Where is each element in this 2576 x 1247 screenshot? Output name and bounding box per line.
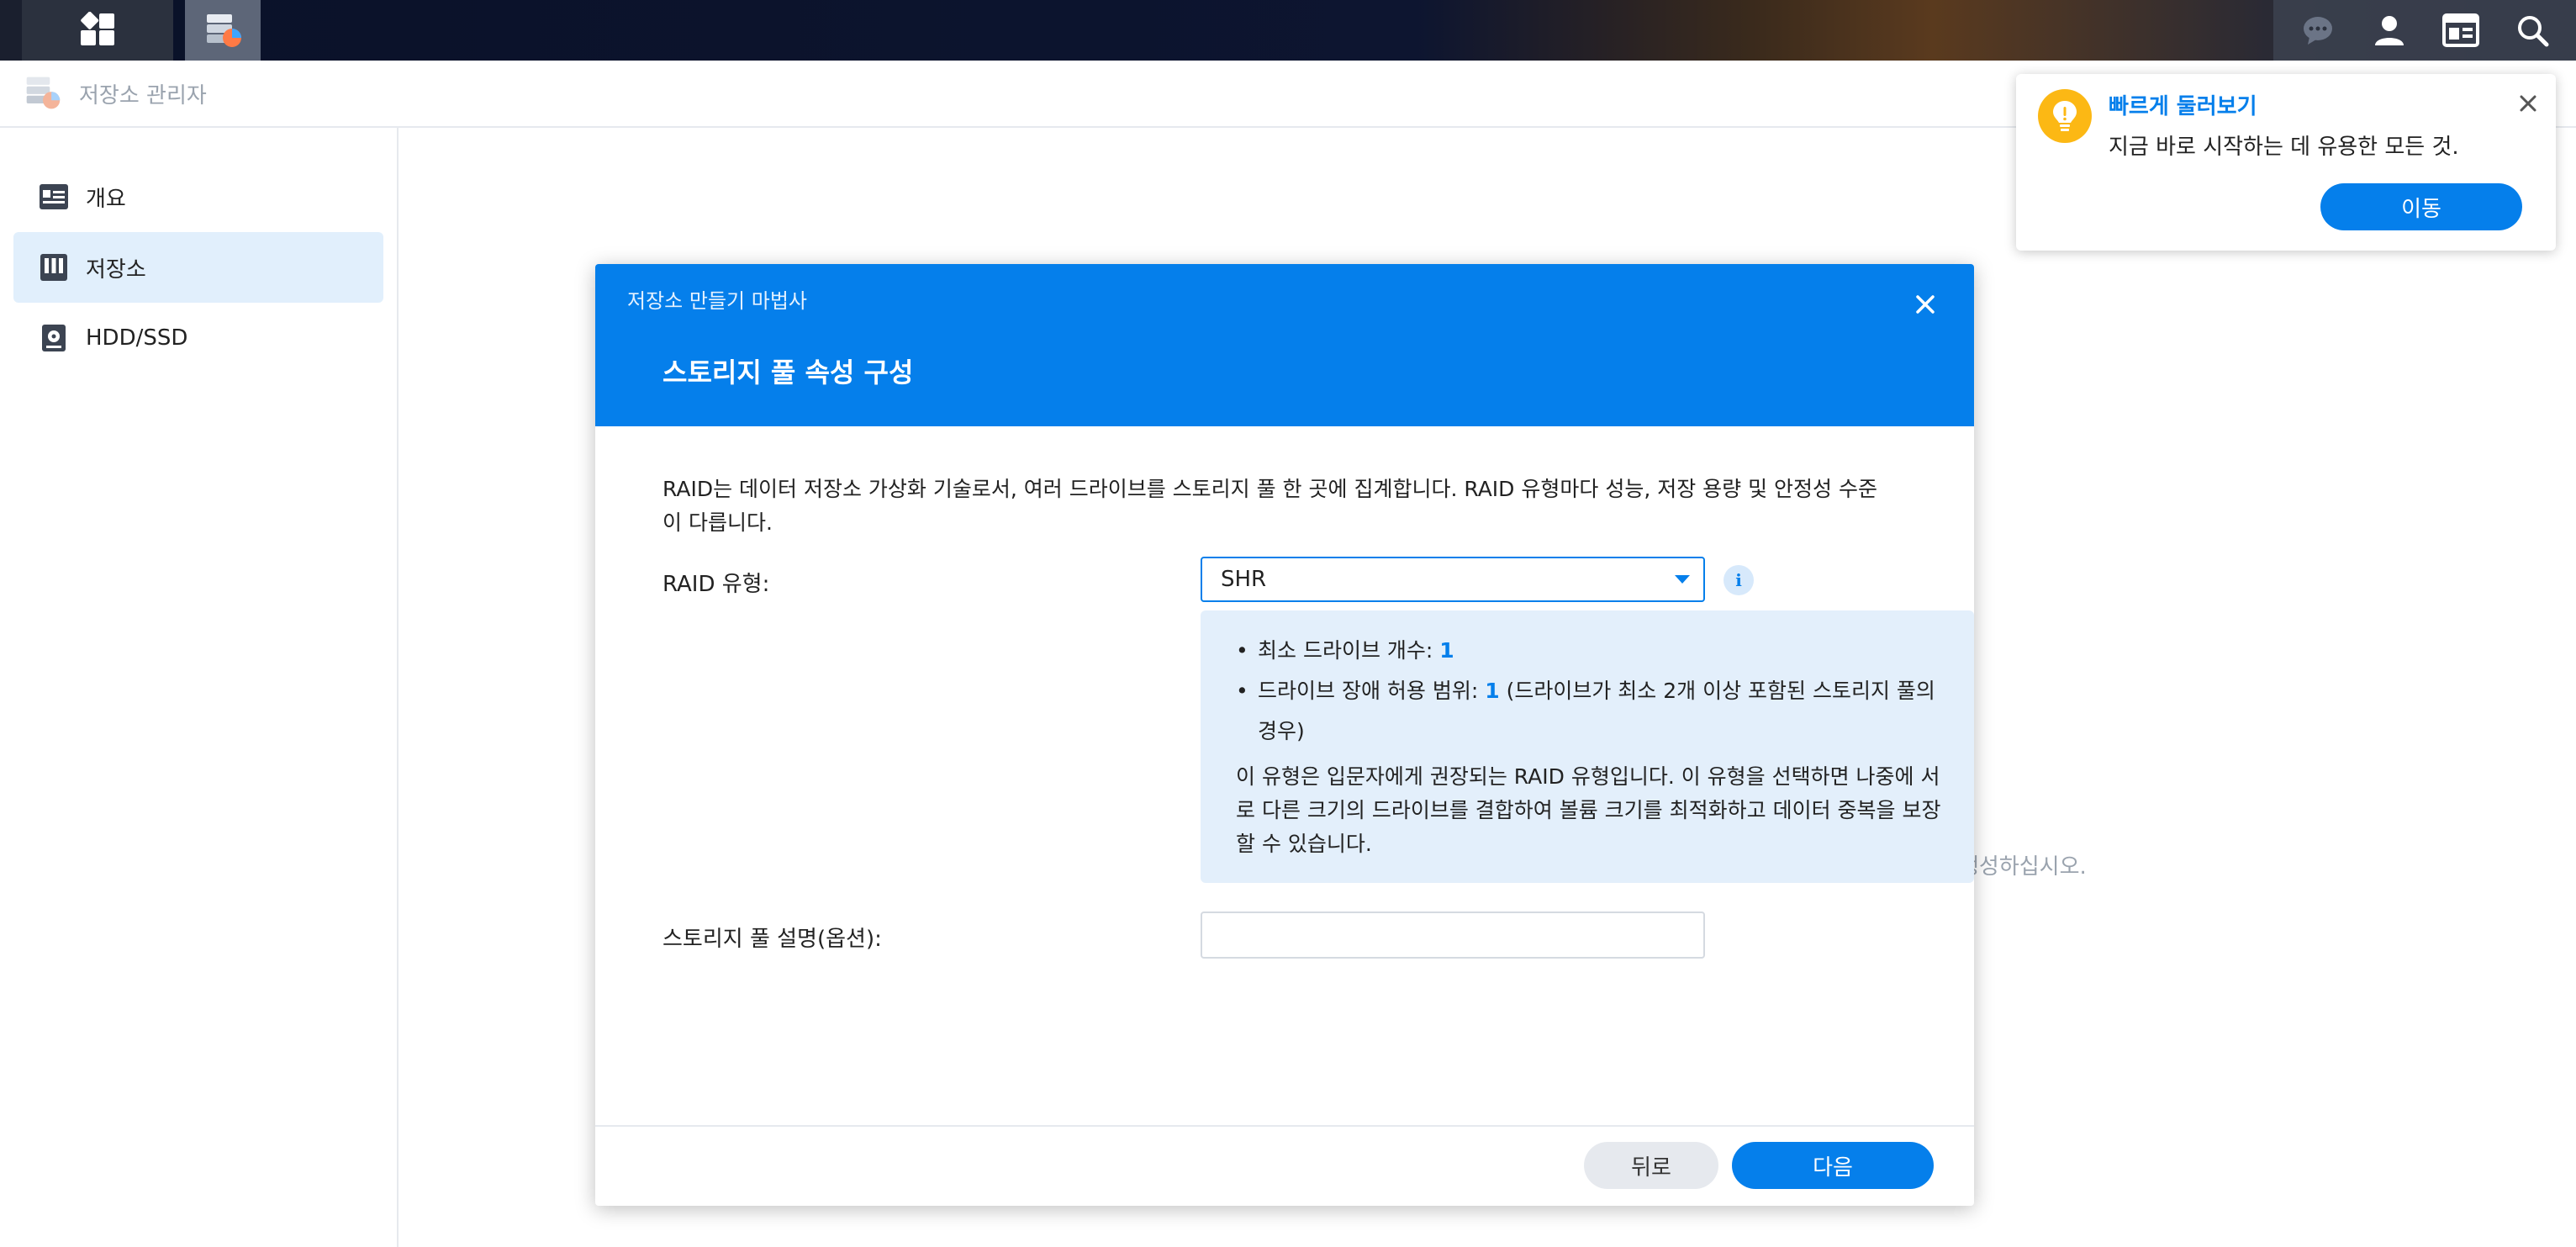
quick-tour-title: 빠르게 둘러보기 [2109,94,2257,119]
taskbar-edge [0,0,22,61]
dialog-header: 저장소 만들기 마법사 스토리지 풀 속성 구성 [595,264,1974,426]
sidebar-item-hdd-ssd[interactable]: HDD/SSD [13,303,383,373]
fault-tolerance-item: 드라이브 장애 허용 범위: 1 (드라이브가 최소 2개 이상 포함된 스토리… [1236,671,1949,752]
search-icon [2517,16,2548,47]
pool-description-input[interactable] [1201,911,1705,959]
raid-intro-text: RAID는 데이터 저장소 가상화 기술로서, 여러 드라이브를 스토리지 풀 … [662,477,1877,535]
dialog-close-button[interactable] [1908,288,1942,321]
chat-button[interactable] [2297,9,2339,51]
sidebar-item-storage[interactable]: 저장소 [13,232,383,303]
sidebar-item-label: 개요 [86,186,126,212]
drive-icon [39,323,69,353]
app-title: 저장소 관리자 [79,82,207,108]
overview-icon [39,182,69,212]
lightbulb-icon [2038,89,2092,143]
grid-icon [81,12,114,45]
raid-type-description: 이 유형은 입문자에게 권장되는 RAID 유형입니다. 이 유형을 선택하면 … [1236,764,1941,856]
dialog-body: RAID는 데이터 저장소 가상화 기술로서, 여러 드라이브를 스토리지 풀 … [662,473,1974,959]
search-button[interactable] [2511,9,2553,51]
storage-manager-taskbar-button[interactable] [185,0,261,61]
taskbar-tray [2273,0,2576,61]
sidebar-item-label: 저장소 [86,256,146,283]
quick-tour-popup: 빠르게 둘러보기 지금 바로 시작하는 데 유용한 모든 것. 이동 [2016,74,2556,251]
widgets-button[interactable] [2440,9,2482,51]
storage-icon [39,252,69,283]
widgets-icon [2441,13,2479,47]
quick-tour-close-button[interactable] [2515,91,2541,116]
background-hint-text: 생성하십시오. [1959,854,2087,880]
min-drives-value: 1 [1439,638,1454,663]
next-button[interactable]: 다음 [1732,1142,1934,1189]
fault-tolerance-value: 1 [1485,679,1500,703]
raid-type-value: SHR [1221,567,1267,592]
raid-type-label: RAID 유형: [662,572,770,597]
quick-tour-message: 지금 바로 시작하는 데 유용한 모든 것. [2109,135,2459,160]
user-icon [2374,16,2404,45]
close-icon [2520,95,2536,112]
app-logo-icon [26,77,61,109]
step-heading: 스토리지 풀 속성 구성 [662,357,914,388]
chat-icon [2303,17,2332,45]
raid-info-icon[interactable]: i [1723,565,1754,595]
min-drives-item: 최소 드라이브 개수: 1 [1236,631,1949,671]
chevron-down-icon [1675,575,1690,584]
back-button[interactable]: 뒤로 [1584,1142,1718,1189]
dialog-footer: 뒤로 다음 [595,1125,1974,1206]
sidebar: 개요 저장소 HDD/SSD [0,128,399,1247]
create-storage-wizard-dialog: 저장소 만들기 마법사 스토리지 풀 속성 구성 RAID는 데이터 저장소 가… [595,264,1974,1206]
taskbar [0,0,2576,61]
quick-tour-go-button[interactable]: 이동 [2320,183,2522,230]
main-menu-button[interactable] [22,0,173,61]
pool-description-label: 스토리지 풀 설명(옵션): [662,927,882,952]
sidebar-item-label: HDD/SSD [86,325,188,351]
sidebar-item-overview[interactable]: 개요 [13,161,383,232]
storage-manager-icon [207,14,241,47]
raid-info-box: 최소 드라이브 개수: 1 드라이브 장애 허용 범위: 1 (드라이브가 최소… [1201,610,1974,883]
raid-type-select[interactable]: SHR [1201,557,1705,602]
wizard-title: 저장소 만들기 마법사 [627,289,807,313]
close-icon [1916,295,1935,314]
user-button[interactable] [2368,9,2410,51]
